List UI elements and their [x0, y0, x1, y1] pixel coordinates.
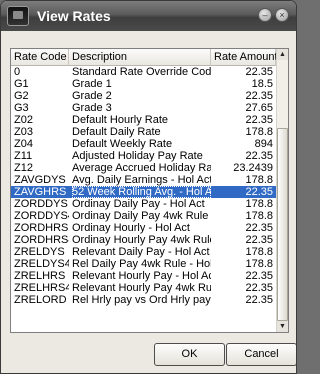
table-row[interactable]: Z11 Adjusted Holiday Pay Rate 22.35 — [11, 150, 276, 162]
table-row[interactable]: G1 Grade 1 18.5 — [11, 78, 276, 90]
cell-description: Rel Daily Pay 4wk Rule - Hol A — [72, 258, 211, 270]
cell-description: Default Weekly Rate — [72, 138, 173, 150]
table-row[interactable]: ZORDDYS4 Ordinay Daily Pay 4wk Rule 178.8 — [11, 210, 276, 222]
cell-rate-code: ZRELHRS4 — [14, 282, 69, 294]
table-row[interactable]: ZRELDYS4 Rel Daily Pay 4wk Rule - Hol A 17… — [11, 258, 276, 270]
table-row[interactable]: G3 Grade 3 27.65 — [11, 102, 276, 114]
cell-rate-code: ZORDHRS — [14, 222, 69, 234]
cell-rate-amount: 178.8 — [245, 258, 273, 270]
list-header: Rate Code Description Rate Amount — [11, 49, 278, 66]
cell-rate-amount: 22.35 — [245, 282, 273, 294]
cell-rate-code: ZRELDYS4 — [14, 258, 69, 270]
cell-description: Ordinay Daily Pay 4wk Rule — [72, 210, 209, 222]
cell-rate-amount: 27.65 — [245, 102, 273, 114]
cell-rate-amount: 178.8 — [245, 174, 273, 186]
column-header-rate-code[interactable]: Rate Code — [11, 49, 69, 66]
close-icon[interactable]: × — [275, 8, 289, 22]
cell-description: Ordinay Hourly Pay 4wk Rule — [72, 234, 211, 246]
table-row[interactable] — [11, 306, 276, 318]
cell-description: Avg. Daily Earnings - Hol Act — [72, 174, 211, 186]
cell-rate-amount: 23.2439 — [233, 162, 273, 174]
cell-rate-amount: 22.35 — [245, 234, 273, 246]
table-row[interactable]: ZAVGHRS 52 Week Rolling Avg. - Hol Act 22.… — [11, 186, 276, 198]
cell-rate-code: 0 — [14, 66, 21, 78]
column-header-rate-amount[interactable]: Rate Amount — [211, 49, 278, 66]
cell-rate-amount: 178.8 — [245, 246, 273, 258]
cell-rate-amount: 22.35 — [245, 270, 273, 282]
table-row[interactable]: ZORDHRS Ordinay Hourly - Hol Act 22.35 — [11, 222, 276, 234]
cell-rate-code: Z02 — [14, 114, 33, 126]
cell-rate-code: Z04 — [14, 138, 33, 150]
cell-description: Standard Rate Override Code — [72, 66, 211, 78]
table-row[interactable]: Z02 Default Hourly Rate 22.35 — [11, 114, 276, 126]
cell-description: Ordinay Daily Pay - Hol Act — [72, 198, 205, 210]
ok-button[interactable]: OK — [154, 343, 225, 366]
cell-rate-code: G1 — [14, 78, 29, 90]
scroll-down-arrow-icon[interactable]: ▼ — [277, 321, 288, 332]
cell-rate-amount: 22.35 — [245, 150, 273, 162]
cell-rate-amount: 178.8 — [245, 126, 273, 138]
app-icon — [7, 6, 29, 26]
cell-rate-code: ZORDHRS4 — [14, 234, 69, 246]
cell-description: Adjusted Holiday Pay Rate — [72, 150, 203, 162]
column-header-description[interactable]: Description — [69, 49, 211, 66]
cell-rate-amount: 22.35 — [245, 294, 273, 306]
table-row[interactable]: ZRELHRS Relevant Hourly Pay - Hol Act 22.3… — [11, 270, 276, 282]
title-bar[interactable]: View Rates – × — [1, 1, 296, 31]
cell-description: Grade 2 — [72, 90, 112, 102]
cell-rate-code: ZORDDYS — [14, 198, 68, 210]
scrollbar-thumb[interactable] — [277, 128, 288, 321]
cell-description: Relevant Hourly Pay 4wk Rule — [72, 282, 211, 294]
cell-rate-code: ZRELDYS — [14, 246, 65, 258]
table-row[interactable]: 0 Standard Rate Override Code 22.35 — [11, 66, 276, 78]
table-row[interactable]: Z04 Default Weekly Rate 894 — [11, 138, 276, 150]
cell-description: Default Daily Rate — [72, 126, 161, 138]
cell-rate-amount: 22.35 — [245, 66, 273, 78]
cell-rate-amount: 18.5 — [251, 78, 273, 90]
cell-rate-amount: 178.8 — [245, 198, 273, 210]
cell-rate-amount: 894 — [254, 138, 273, 150]
cell-rate-code: ZORDDYS4 — [14, 210, 69, 222]
cell-description: 52 Week Rolling Avg. - Hol Act — [72, 186, 211, 198]
list-rows: 0 Standard Rate Override Code 22.35 G1 Grade… — [11, 66, 276, 318]
cell-description: Ordinay Hourly - Hol Act — [72, 222, 190, 234]
cell-rate-code: ZRELHRS — [14, 270, 66, 282]
table-row[interactable]: ZRELHRS4 Relevant Hourly Pay 4wk Rule 22.3… — [11, 282, 276, 294]
cell-rate-code: Z12 — [14, 162, 33, 174]
scroll-up-arrow-icon[interactable]: ▲ — [277, 49, 288, 60]
cell-rate-amount: 178.8 — [245, 210, 273, 222]
cell-rate-amount: 22.35 — [245, 186, 273, 198]
cell-rate-code: G2 — [14, 90, 29, 102]
table-row[interactable]: Z12 Average Accrued Holiday Rate 23.2439 — [11, 162, 276, 174]
minimize-icon[interactable]: – — [258, 8, 272, 22]
cell-rate-code: ZAVGHRS — [14, 186, 67, 198]
cell-description: Grade 3 — [72, 102, 112, 114]
table-row[interactable]: G2 Grade 2 22.35 — [11, 90, 276, 102]
table-row[interactable]: ZORDDYS Ordinay Daily Pay - Hol Act 178.8 — [11, 198, 276, 210]
cell-description: Rel Hrly pay vs Ord Hrly pay — [72, 294, 211, 306]
window-title: View Rates — [37, 8, 111, 24]
cell-description: Average Accrued Holiday Rate — [72, 162, 211, 174]
table-row[interactable]: ZAVGDYS Avg. Daily Earnings - Hol Act 178.… — [11, 174, 276, 186]
cell-rate-code: ZAVGDYS — [14, 174, 66, 186]
cell-description: Relevant Daily Pay - Hol Act — [72, 246, 210, 258]
cell-rate-code: ZRELORD — [14, 294, 67, 306]
cell-rate-code: Z11 — [14, 150, 33, 162]
cell-rate-amount: 22.35 — [245, 90, 273, 102]
cell-rate-code: G3 — [14, 102, 29, 114]
view-rates-window: View Rates – × Rate Code Description Rat… — [0, 0, 297, 374]
cancel-button[interactable]: Cancel — [226, 343, 296, 366]
vertical-scrollbar[interactable]: ▲ ▼ — [276, 49, 288, 332]
table-row[interactable]: Z03 Default Daily Rate 178.8 — [11, 126, 276, 138]
table-row[interactable]: ZORDHRS4 Ordinay Hourly Pay 4wk Rule 22.35 — [11, 234, 276, 246]
rates-list[interactable]: Rate Code Description Rate Amount 0 Stand… — [10, 48, 289, 333]
cell-rate-amount: 22.35 — [245, 114, 273, 126]
cell-description: Grade 1 — [72, 78, 112, 90]
cell-rate-amount: 22.35 — [245, 222, 273, 234]
cell-description: Default Hourly Rate — [72, 114, 168, 126]
table-row[interactable]: ZRELDYS Relevant Daily Pay - Hol Act 178.8 — [11, 246, 276, 258]
table-row[interactable]: ZRELORD Rel Hrly pay vs Ord Hrly pay 22.35 — [11, 294, 276, 306]
cell-rate-code: Z03 — [14, 126, 33, 138]
cell-description: Relevant Hourly Pay - Hol Act — [72, 270, 211, 282]
